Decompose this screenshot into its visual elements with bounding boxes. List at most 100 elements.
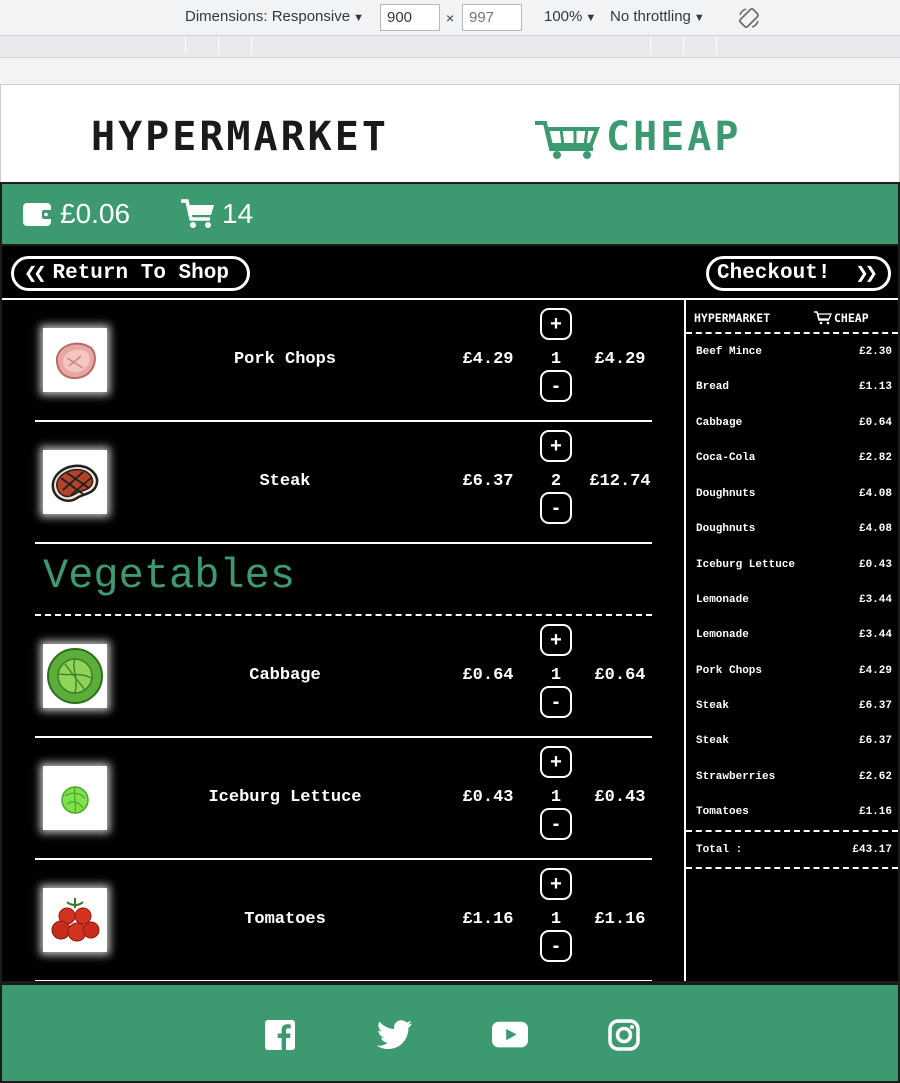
increase-quantity-button[interactable]: +: [540, 308, 572, 340]
receipt-item-name: Strawberries: [696, 771, 776, 783]
cart-row: Iceburg Lettuce £0.43 + 1 - £0.43: [35, 738, 652, 860]
cabbage-icon: [43, 644, 107, 708]
receipt-item-price: £4.08: [858, 488, 892, 500]
times-sign: ×: [446, 10, 455, 26]
decrease-quantity-button[interactable]: -: [540, 686, 572, 718]
receipt-item-name: Lemonade: [696, 629, 749, 641]
wallet-icon: [23, 203, 53, 226]
wallet-balance: £0.06: [22, 198, 130, 230]
unit-price: £0.64: [462, 666, 514, 685]
unit-price: £6.37: [462, 472, 514, 491]
pork-chop-icon: [43, 328, 107, 392]
caret-down-icon: ▼: [585, 12, 597, 24]
instagram-link[interactable]: [606, 1017, 642, 1053]
caret-down-icon: ▼: [353, 12, 364, 24]
line-total: £0.64: [594, 666, 646, 685]
checkout-button[interactable]: Checkout! ❯❯: [706, 256, 891, 291]
receipt-item-name: Cabbage: [696, 417, 743, 429]
receipt-item: Iceburg Lettuce £0.43: [696, 559, 892, 571]
receipt-item: Bread £1.13: [696, 381, 892, 393]
logo-text-left: HYPERMARKET: [91, 115, 389, 159]
receipt-item-name: Beef Mince: [696, 346, 763, 358]
receipt-panel: HYPERMARKET CHEAP Beef Mince £2.30 Bread £…: [684, 300, 898, 981]
receipt-item-price: £2.30: [858, 346, 892, 358]
double-chevron-right-icon: ❯❯: [855, 261, 878, 287]
cart-list: Pork Chops £4.29 + 1 - £4.29 Steak £6.37: [2, 300, 684, 981]
increase-quantity-button[interactable]: +: [540, 624, 572, 656]
youtube-icon: [492, 1021, 528, 1048]
height-input[interactable]: [462, 4, 522, 31]
quantity: 1: [550, 788, 562, 807]
receipt-item-price: £3.44: [858, 594, 892, 606]
receipt-total: Total : £43.17: [696, 844, 892, 856]
receipt-item: Steak £6.37: [696, 700, 892, 712]
rotate-icon[interactable]: [737, 6, 761, 30]
increase-quantity-button[interactable]: +: [540, 746, 572, 778]
receipt-item-name: Iceburg Lettuce: [696, 559, 796, 571]
cart-row: Steak £6.37 + 2 - £12.74: [35, 422, 652, 544]
receipt-item-price: £2.62: [858, 771, 892, 783]
zoom-dropdown[interactable]: 100% ▼: [544, 8, 596, 25]
return-to-shop-button[interactable]: ❮❮ Return To Shop: [11, 256, 250, 291]
width-input[interactable]: [380, 4, 440, 31]
line-total: £1.16: [594, 910, 646, 929]
receipt-item-price: £6.37: [858, 700, 892, 712]
facebook-link[interactable]: [262, 1017, 298, 1053]
unit-price: £4.29: [462, 350, 514, 369]
increase-quantity-button[interactable]: +: [540, 430, 572, 462]
receipt-divider: [686, 867, 898, 869]
increase-quantity-button[interactable]: +: [540, 868, 572, 900]
receipt-item: Coca-Cola £2.82: [696, 452, 892, 464]
receipt-item-price: £4.29: [858, 665, 892, 677]
receipt-item: Beef Mince £2.30: [696, 346, 892, 358]
site-logo[interactable]: HYPERMARKET CHEAP: [91, 115, 811, 159]
twitter-icon: [377, 1020, 412, 1049]
decrease-quantity-button[interactable]: -: [540, 930, 572, 962]
instagram-icon: [608, 1019, 640, 1051]
unit-price: £0.43: [462, 788, 514, 807]
wallet-amount: £0.06: [60, 198, 131, 229]
site-footer: [2, 981, 898, 1081]
media-query-ruler: [0, 36, 900, 58]
receipt-item-price: £6.37: [858, 735, 892, 747]
unit-price: £1.16: [462, 910, 514, 929]
product-name: Steak: [259, 472, 311, 491]
decrease-quantity-button[interactable]: -: [540, 492, 572, 524]
account-bar: £0.06 14: [2, 184, 898, 246]
receipt-item-price: £2.82: [858, 452, 892, 464]
receipt-item-name: Doughnuts: [696, 488, 756, 500]
receipt-item-price: £0.43: [858, 559, 892, 571]
youtube-link[interactable]: [492, 1017, 528, 1053]
receipt-item: Cabbage £0.64: [696, 417, 892, 429]
product-name: Tomatoes: [244, 910, 326, 929]
receipt-cart-icon: [814, 311, 832, 325]
cart-count[interactable]: 14: [180, 198, 253, 230]
devtools-toolbar: Dimensions: Responsive▼ × 100%▼ No throt…: [0, 0, 900, 36]
line-total: £12.74: [589, 472, 651, 491]
facebook-icon: [265, 1020, 295, 1050]
receipt-item-name: Steak: [696, 735, 730, 747]
receipt-item: Lemonade £3.44: [696, 629, 892, 641]
receipt-divider: [686, 830, 898, 832]
decrease-quantity-button[interactable]: -: [540, 808, 572, 840]
zoom-label: 100%: [544, 8, 583, 25]
twitter-link[interactable]: [377, 1017, 413, 1053]
category-title: Vegetables: [43, 552, 296, 600]
decrease-quantity-button[interactable]: -: [540, 370, 572, 402]
receipt-item: Steak £6.37: [696, 735, 892, 747]
throttling-dropdown[interactable]: No throttling ▼: [610, 8, 705, 25]
dimensions-label: Dimensions: Responsive: [185, 8, 351, 25]
cart-icon: [181, 199, 214, 228]
receipt-item: Lemonade £3.44: [696, 594, 892, 606]
cart-row: Tomatoes £1.16 + 1 - £1.16: [35, 860, 652, 981]
logo-text-right: CHEAP: [606, 115, 741, 159]
receipt-item: Doughnuts £4.08: [696, 488, 892, 500]
double-chevron-left-icon: ❮❮: [24, 261, 46, 287]
dimensions-dropdown[interactable]: Dimensions: Responsive ▼: [185, 8, 364, 25]
line-total: £0.43: [594, 788, 646, 807]
quantity: 1: [550, 350, 562, 369]
receipt-item: Pork Chops £4.29: [696, 665, 892, 677]
cart-row: Cabbage £0.64 + 1 - £0.64: [35, 616, 652, 738]
tomatoes-icon: [43, 888, 107, 952]
receipt-item: Doughnuts £4.08: [696, 523, 892, 535]
